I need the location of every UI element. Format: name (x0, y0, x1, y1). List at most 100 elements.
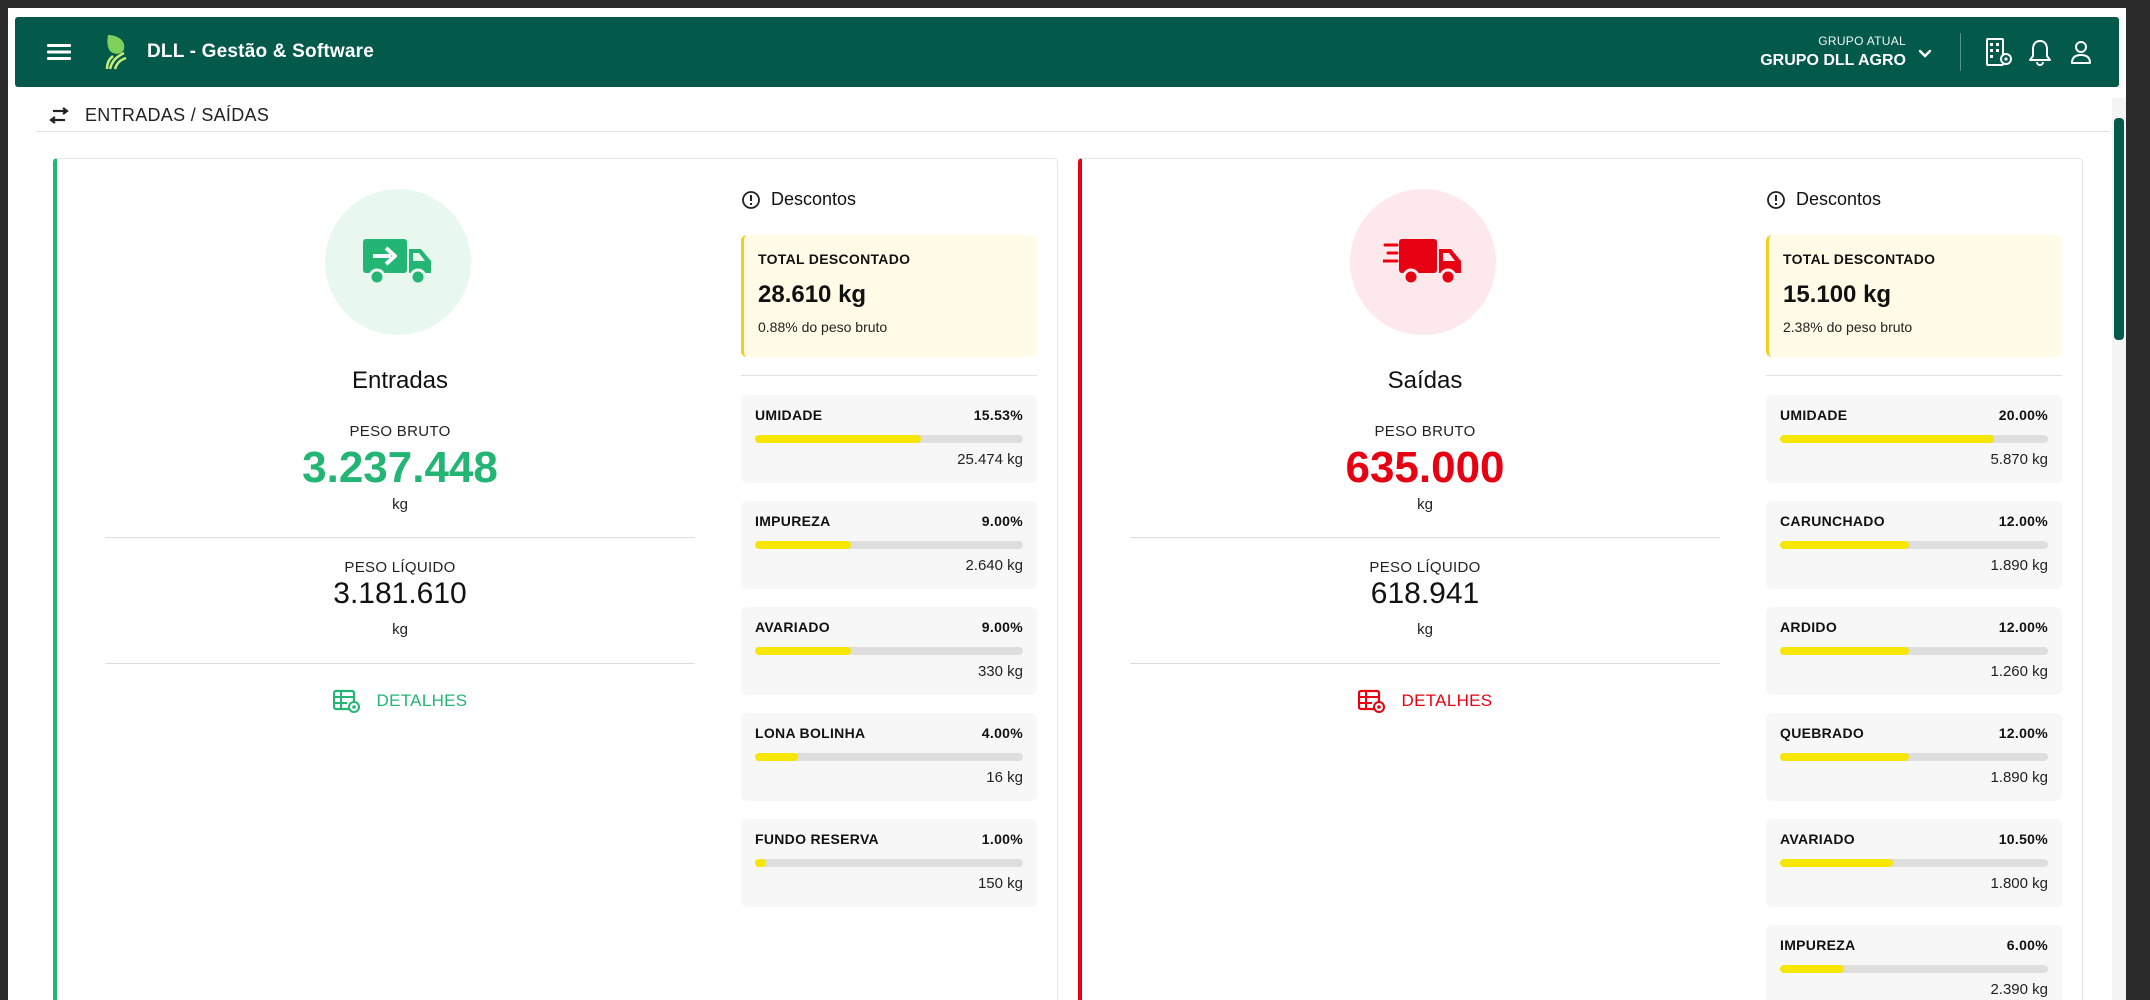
group-selector-text: GRUPO ATUAL GRUPO DLL AGRO (1760, 34, 1906, 70)
entradas-descontos-header: Descontos (741, 189, 856, 210)
discount-progress-bar (1780, 859, 2048, 867)
truck-arrow-icon (363, 239, 431, 286)
discount-item: AVARIADO 10.50% 1.800 kg (1766, 819, 2062, 907)
discount-item: IMPUREZA 6.00% 2.390 kg (1766, 925, 2062, 1000)
saidas-title: Saídas (1387, 367, 1463, 394)
saidas-descontos-label: Descontos (1796, 189, 1882, 209)
company-settings-icon (1986, 38, 2012, 66)
entradas-divider-1 (105, 537, 695, 538)
discount-item-header: IMPUREZA 6.00% (1780, 937, 2048, 953)
entradas-details-button[interactable]: DETALHES (105, 689, 695, 713)
discount-item-kg: 1.890 kg (1990, 769, 2048, 786)
saidas-divider-1 (1130, 537, 1720, 538)
crumb-icon-wrap (47, 106, 73, 126)
info-icon-wrap (741, 190, 761, 210)
discount-progress-bar (755, 541, 1023, 549)
topbar-actions: GRUPO ATUAL GRUPO DLL AGRO (1760, 17, 2119, 87)
saidas-peso-bruto-unit: kg (1417, 496, 1433, 513)
discount-item-name: UMIDADE (755, 407, 823, 423)
discount-item-pct: 12.00% (1998, 725, 2048, 741)
scrollbar-thumb[interactable] (2114, 118, 2124, 340)
discount-item-pct: 20.00% (1998, 407, 2048, 423)
saidas-descontos-header: Descontos (1766, 189, 1881, 210)
info-alert-icon (742, 190, 760, 209)
discount-item-name: UMIDADE (1780, 407, 1848, 423)
entradas-descontos-label: Descontos (771, 189, 857, 209)
group-selector[interactable]: GRUPO ATUAL GRUPO DLL AGRO (1760, 34, 1932, 70)
discount-progress-bar (755, 647, 1023, 655)
discount-progress-fill (755, 647, 852, 655)
discount-item-name: QUEBRADO (1780, 725, 1865, 741)
group-caption: GRUPO ATUAL (1818, 34, 1906, 48)
discount-item: AVARIADO 9.00% 330 kg (741, 607, 1037, 695)
swap-arrows-icon (49, 106, 69, 124)
discount-progress-fill (1780, 435, 1995, 443)
discount-progress-bar (755, 859, 1023, 867)
logo-icon (105, 35, 127, 70)
discount-item: LONA BOLINHA 4.00% 16 kg (741, 713, 1037, 801)
entradas-total-label: TOTAL DESCONTADO (758, 251, 911, 267)
saidas-details-button[interactable]: DETALHES (1130, 689, 1720, 713)
saidas-peso-bruto-label: PESO BRUTO (1374, 423, 1476, 440)
entradas-peso-bruto-unit: kg (392, 496, 408, 513)
logo[interactable] (101, 32, 133, 72)
info-alert-icon (1767, 190, 1785, 209)
saidas-total-descontado: TOTAL DESCONTADO 15.100 kg 2.38% do peso… (1766, 235, 2062, 357)
info-icon-wrap (1766, 190, 1786, 210)
discount-item-kg: 1.800 kg (1990, 875, 2048, 892)
saidas-divider-2 (1130, 663, 1720, 664)
discount-item-pct: 12.00% (1998, 513, 2048, 529)
discount-progress-fill (755, 753, 798, 761)
truck-fast-icon (1383, 239, 1461, 286)
discount-item-header: LONA BOLINHA 4.00% (755, 725, 1023, 741)
details-icon-wrap (1357, 689, 1386, 713)
entradas-peso-liquido-unit: kg (392, 621, 408, 638)
discount-item-pct: 12.00% (1998, 619, 2048, 635)
entradas-details-label: DETALHES (376, 691, 468, 710)
discount-item-name: IMPUREZA (755, 513, 831, 529)
user-menu-button[interactable] (2065, 36, 2097, 68)
discount-item: IMPUREZA 9.00% 2.640 kg (741, 501, 1037, 589)
discount-progress-bar (1780, 753, 2048, 761)
top-app-bar: DLL - Gestão & Software GRUPO ATUAL GRUP… (15, 17, 2119, 87)
discount-item-pct: 4.00% (981, 725, 1023, 741)
discount-item-pct: 6.00% (2006, 937, 2048, 953)
discount-item-kg: 1.890 kg (1990, 557, 2048, 574)
discount-item: UMIDADE 20.00% 5.870 kg (1766, 395, 2062, 483)
saidas-peso-liquido-unit: kg (1417, 621, 1433, 638)
discount-item-kg: 16 kg (986, 769, 1023, 786)
table-view-icon (1357, 689, 1385, 713)
notifications-button[interactable] (2024, 36, 2056, 68)
entradas-peso-liquido-label: PESO LÍQUIDO (344, 559, 456, 576)
discount-progress-bar (1780, 541, 2048, 549)
saidas-total-pct: 2.38% do peso bruto (1783, 319, 1913, 335)
company-settings-button[interactable] (1983, 36, 2015, 68)
entradas-avatar (325, 189, 471, 335)
entradas-card: Entradas PESO BRUTO 3.237.448 kg PESO LÍ… (53, 158, 1058, 1000)
discount-item-header: IMPUREZA 9.00% (755, 513, 1023, 529)
saidas-peso-liquido-label: PESO LÍQUIDO (1369, 559, 1481, 576)
discount-item-header: FUNDO RESERVA 1.00% (755, 831, 1023, 847)
entradas-peso-liquido: 3.181.610 (333, 577, 467, 610)
table-view-icon (332, 689, 360, 713)
group-value: GRUPO DLL AGRO (1760, 52, 1906, 69)
discount-item-kg: 2.390 kg (1990, 981, 2048, 998)
discount-progress-fill (1780, 753, 1909, 761)
menu-button[interactable] (39, 32, 79, 72)
discount-item-name: ARDIDO (1780, 619, 1838, 635)
discount-progress-bar (1780, 435, 2048, 443)
discount-progress-fill (1780, 541, 1909, 549)
discount-item-name: LONA BOLINHA (755, 725, 866, 741)
discount-item: ARDIDO 12.00% 1.260 kg (1766, 607, 2062, 695)
discount-item-pct: 9.00% (981, 619, 1023, 635)
discount-item: FUNDO RESERVA 1.00% 150 kg (741, 819, 1037, 907)
discount-item-kg: 2.640 kg (965, 557, 1023, 574)
discount-item-name: IMPUREZA (1780, 937, 1856, 953)
discount-item-pct: 1.00% (981, 831, 1023, 847)
discount-item-pct: 15.53% (973, 407, 1023, 423)
discount-item-name: FUNDO RESERVA (755, 831, 879, 847)
discount-item-header: QUEBRADO 12.00% (1780, 725, 2048, 741)
discount-progress-bar (1780, 647, 2048, 655)
entradas-divider-2 (105, 663, 695, 664)
details-icon-wrap (332, 689, 361, 713)
